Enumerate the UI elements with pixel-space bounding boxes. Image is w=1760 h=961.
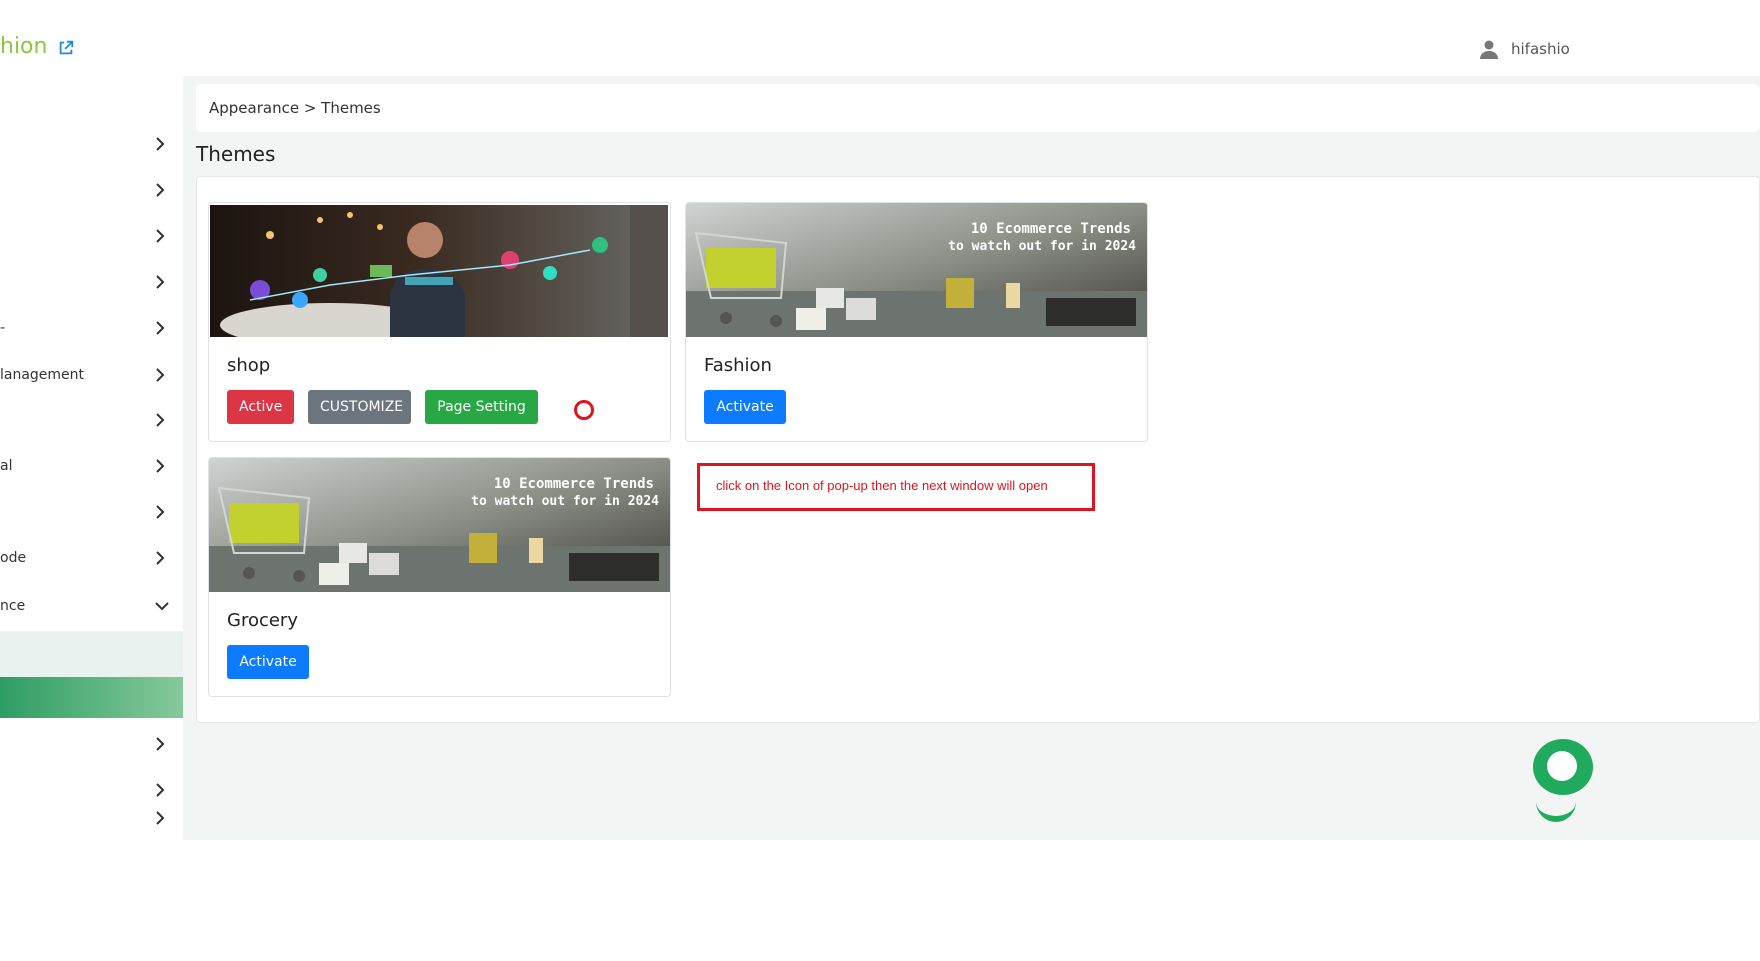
sidebar-item[interactable] xyxy=(0,721,183,767)
activate-button[interactable]: Activate xyxy=(704,390,786,424)
theme-name: shop xyxy=(227,355,271,376)
theme-card-grocery: 10 Ecommerce Trends to watch out for in … xyxy=(208,457,671,697)
chevron-right-icon xyxy=(156,459,165,473)
sidebar-item[interactable] xyxy=(0,213,183,259)
sidebar-item-management[interactable]: lanagement xyxy=(0,352,183,398)
sidebar-subitem[interactable] xyxy=(0,631,183,677)
sidebar-item[interactable] xyxy=(0,121,183,167)
chevron-right-icon xyxy=(156,413,165,427)
banner-line-2: to watch out for in 2024 xyxy=(948,239,1136,254)
chat-icon-inner xyxy=(1547,751,1577,781)
sidebar-item[interactable] xyxy=(0,259,183,305)
sidebar-subitem-themes-active[interactable] xyxy=(0,677,183,718)
annotation-box: click on the Icon of pop-up then the nex… xyxy=(697,463,1095,511)
chevron-right-icon xyxy=(156,183,165,197)
bottom-strip xyxy=(0,840,1760,961)
page-title: Themes xyxy=(196,142,276,166)
banner-line-1: 10 Ecommerce Trends xyxy=(971,221,1131,237)
user-icon[interactable] xyxy=(1478,38,1500,60)
sidebar-item[interactable] xyxy=(0,167,183,213)
sidebar-item[interactable] xyxy=(0,397,183,443)
click-marker xyxy=(574,400,594,420)
sidebar-item[interactable] xyxy=(0,489,183,535)
theme-thumbnail-fashion: 10 Ecommerce Trends to watch out for in … xyxy=(686,203,1147,337)
chevron-right-icon xyxy=(156,368,165,382)
sidebar-item-label: al xyxy=(0,458,13,474)
sidebar-item-appearance[interactable]: nce xyxy=(0,583,183,629)
theme-card-fashion: 10 Ecommerce Trends to watch out for in … xyxy=(685,202,1148,442)
sidebar-item[interactable] xyxy=(0,767,183,813)
chevron-right-icon xyxy=(156,551,165,565)
theme-name: Fashion xyxy=(704,355,772,376)
breadcrumb: Appearance > Themes xyxy=(209,99,381,117)
sidebar: - lanagement al ode nce xyxy=(0,76,183,840)
chevron-right-icon xyxy=(156,137,165,151)
annotation-text: click on the Icon of pop-up then the nex… xyxy=(716,478,1048,493)
theme-name: Grocery xyxy=(227,610,298,631)
banner-line-2: to watch out for in 2024 xyxy=(471,494,659,509)
active-button[interactable]: Active xyxy=(227,390,294,424)
external-link-icon[interactable] xyxy=(57,39,75,57)
chevron-right-icon xyxy=(156,783,165,797)
activate-button[interactable]: Activate xyxy=(227,645,309,679)
user-name[interactable]: hifashio xyxy=(1511,40,1570,58)
breadcrumb-bar: Appearance > Themes xyxy=(196,84,1760,132)
sidebar-item[interactable]: al xyxy=(0,443,183,489)
chevron-right-icon xyxy=(156,275,165,289)
banner-line-1: 10 Ecommerce Trends xyxy=(494,476,654,492)
chevron-down-icon xyxy=(155,602,169,611)
sidebar-item-label: - xyxy=(0,320,6,336)
top-bar: hion hifashio xyxy=(0,0,1760,76)
sidebar-item-label: ode xyxy=(0,550,27,566)
sidebar-item[interactable]: ode xyxy=(0,535,183,581)
chevron-right-icon xyxy=(156,321,165,335)
page-setting-button[interactable]: Page Setting xyxy=(425,390,538,424)
sidebar-item[interactable]: - xyxy=(0,305,183,351)
theme-card-shop: shop Active CUSTOMIZE Page Setting xyxy=(208,202,671,442)
chevron-right-icon xyxy=(156,737,165,751)
theme-thumbnail-grocery: 10 Ecommerce Trends to watch out for in … xyxy=(209,458,670,592)
chevron-right-icon xyxy=(156,229,165,243)
chevron-right-icon xyxy=(156,505,165,519)
chevron-right-icon[interactable] xyxy=(153,811,167,825)
theme-thumbnail-shop xyxy=(210,205,668,337)
customize-button[interactable]: CUSTOMIZE xyxy=(308,390,411,424)
sidebar-item-label: nce xyxy=(0,598,26,614)
sidebar-item-label: lanagement xyxy=(0,367,85,383)
brand-name[interactable]: hion xyxy=(0,34,47,59)
